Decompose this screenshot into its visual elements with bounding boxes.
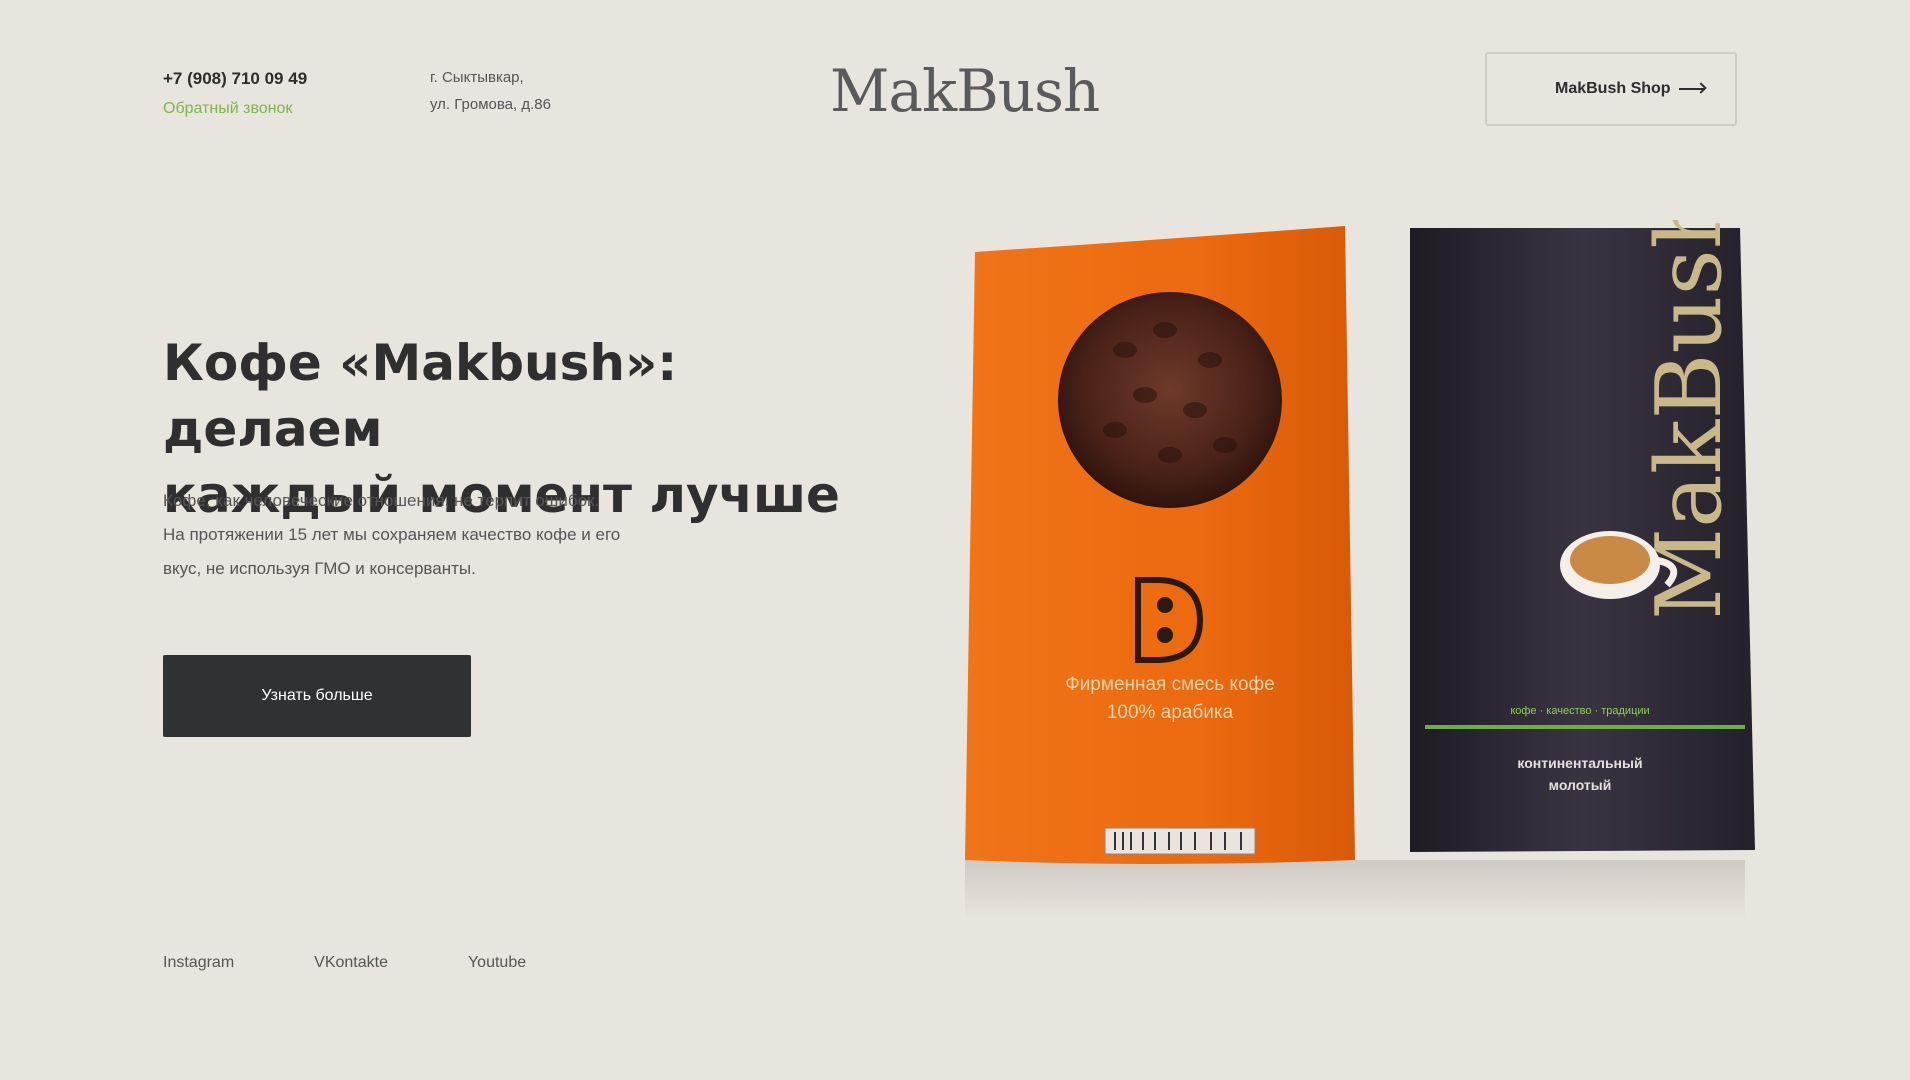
learn-more-button[interactable]: Узнать больше <box>163 655 471 737</box>
black-coffee-pack: MakBush кофе · качество · традиции конти… <box>1410 220 1755 852</box>
callback-link[interactable]: Обратный звонок <box>163 94 307 124</box>
social-links: Instagram VKontakte Youtube <box>163 954 526 972</box>
green-stripe <box>1425 725 1745 729</box>
phone-number[interactable]: +7 (908) 710 09 49 <box>163 64 307 94</box>
address-city: г. Сыктывкар, <box>430 69 524 86</box>
shop-button-label: MakBush Shop <box>1555 80 1671 97</box>
black-pack-text-line2: молотый <box>1549 777 1612 793</box>
coffee-packs-illustration: Фирменная смесь кофе 100% арабика MakBus… <box>965 220 1755 920</box>
black-pack-text-line1: континентальный <box>1517 755 1642 771</box>
site-logo[interactable]: MakBush <box>830 56 1100 126</box>
landing-page: +7 (908) 710 09 49 Обратный звонок г. Сы… <box>0 0 1910 1080</box>
orange-coffee-pack: Фирменная смесь кофе 100% арабика <box>965 226 1355 864</box>
hero-description-line3: вкус, не используя ГМО и консерванты. <box>163 559 476 578</box>
header-address: г. Сыктывкар, ул. Громова, д.86 <box>430 64 551 118</box>
social-link-vkontakte[interactable]: VKontakte <box>314 954 388 972</box>
orange-pack-text-line1: Фирменная смесь кофе <box>1065 674 1274 695</box>
hero-title-line1: Кофе «Makbush»: делаем <box>163 334 678 458</box>
orange-pack-text-line2: 100% арабика <box>1107 702 1234 723</box>
black-pack-tagline: кофе · качество · традиции <box>1510 705 1649 717</box>
hero-description: Кофе, как человеческие отношения, не тер… <box>163 484 763 586</box>
social-link-instagram[interactable]: Instagram <box>163 954 234 972</box>
social-link-youtube[interactable]: Youtube <box>468 954 526 972</box>
pack-reflection <box>965 860 1745 920</box>
shop-button[interactable]: MakBush Shop <box>1485 52 1737 126</box>
product-image: Фирменная смесь кофе 100% арабика MakBus… <box>955 220 1755 920</box>
header-contact: +7 (908) 710 09 49 Обратный звонок <box>163 64 307 124</box>
hero-description-line1: Кофе, как человеческие отношения, не тер… <box>163 491 600 510</box>
arrow-right-icon <box>1679 88 1705 90</box>
hero-description-line2: На протяжении 15 лет мы сохраняем качест… <box>163 525 621 544</box>
address-street: ул. Громова, д.86 <box>430 96 551 113</box>
